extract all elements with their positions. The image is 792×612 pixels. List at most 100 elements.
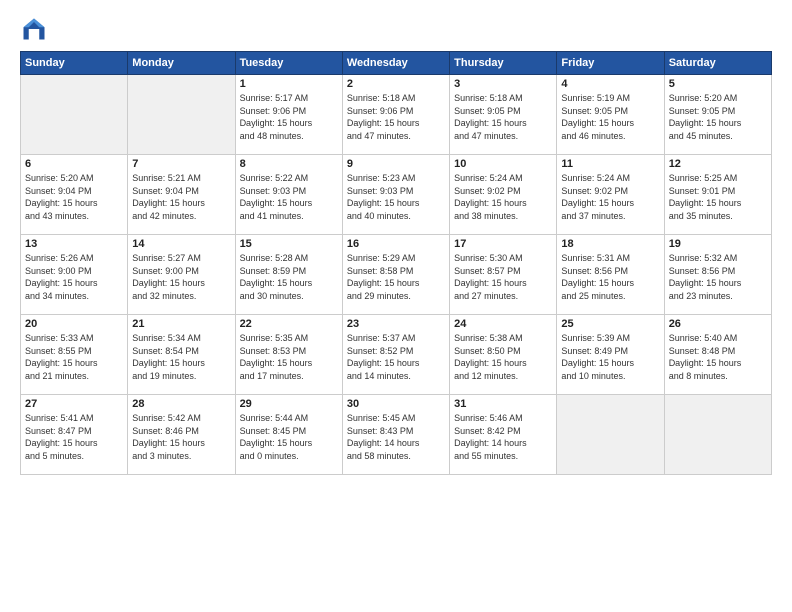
weekday-header-row: SundayMondayTuesdayWednesdayThursdayFrid… xyxy=(21,52,772,75)
calendar-cell xyxy=(664,395,771,475)
day-info: Sunrise: 5:27 AM Sunset: 9:00 PM Dayligh… xyxy=(132,252,230,302)
day-number: 22 xyxy=(240,318,338,330)
day-info: Sunrise: 5:20 AM Sunset: 9:04 PM Dayligh… xyxy=(25,172,123,222)
calendar-cell: 7Sunrise: 5:21 AM Sunset: 9:04 PM Daylig… xyxy=(128,155,235,235)
day-number: 21 xyxy=(132,318,230,330)
day-number: 14 xyxy=(132,238,230,250)
day-number: 30 xyxy=(347,398,445,410)
day-number: 8 xyxy=(240,158,338,170)
calendar-cell: 29 Sunrise: 5:44 AM Sunset: 8:45 PM Dayli… xyxy=(235,395,342,475)
calendar-week-row: 27 Sunrise: 5:41 AM Sunset: 8:47 PM Dayli… xyxy=(21,395,772,475)
day-info: Sunrise: 5:24 AM Sunset: 9:02 PM Dayligh… xyxy=(454,172,552,222)
day-number: 28 xyxy=(132,398,230,410)
day-number: 9 xyxy=(347,158,445,170)
calendar-cell xyxy=(21,75,128,155)
day-info: Sunrise: 5:32 AM Sunset: 8:56 PM Dayligh… xyxy=(669,252,767,302)
day-number: 3 xyxy=(454,78,552,90)
weekday-header: Monday xyxy=(128,52,235,75)
day-info: Sunrise: 5:20 AM Sunset: 9:05 PM Dayligh… xyxy=(669,92,767,142)
calendar-cell: 23 Sunrise: 5:37 AM Sunset: 8:52 PM Dayli… xyxy=(342,315,449,395)
day-info: Sunrise: 5:39 AM Sunset: 8:49 PM Dayligh… xyxy=(561,332,659,382)
calendar-cell: 5 Sunrise: 5:20 AM Sunset: 9:05 PM Daylig… xyxy=(664,75,771,155)
weekday-header: Thursday xyxy=(450,52,557,75)
calendar-cell: 16 Sunrise: 5:29 AM Sunset: 8:58 PM Dayli… xyxy=(342,235,449,315)
weekday-header: Friday xyxy=(557,52,664,75)
day-number: 27 xyxy=(25,398,123,410)
day-number: 6 xyxy=(25,158,123,170)
day-number: 26 xyxy=(669,318,767,330)
calendar-cell: 20 Sunrise: 5:33 AM Sunset: 8:55 PM Dayli… xyxy=(21,315,128,395)
day-info: Sunrise: 5:40 AM Sunset: 8:48 PM Dayligh… xyxy=(669,332,767,382)
day-info: Sunrise: 5:31 AM Sunset: 8:56 PM Dayligh… xyxy=(561,252,659,302)
day-info: Sunrise: 5:19 AM Sunset: 9:05 PM Dayligh… xyxy=(561,92,659,142)
day-number: 4 xyxy=(561,78,659,90)
calendar-cell: 1 Sunrise: 5:17 AM Sunset: 9:06 PM Daylig… xyxy=(235,75,342,155)
day-info: Sunrise: 5:38 AM Sunset: 8:50 PM Dayligh… xyxy=(454,332,552,382)
day-info: Sunrise: 5:34 AM Sunset: 8:54 PM Dayligh… xyxy=(132,332,230,382)
calendar-week-row: 1 Sunrise: 5:17 AM Sunset: 9:06 PM Daylig… xyxy=(21,75,772,155)
day-number: 12 xyxy=(669,158,767,170)
calendar-cell: 9 Sunrise: 5:23 AM Sunset: 9:03 PM Daylig… xyxy=(342,155,449,235)
day-info: Sunrise: 5:35 AM Sunset: 8:53 PM Dayligh… xyxy=(240,332,338,382)
day-info: Sunrise: 5:18 AM Sunset: 9:06 PM Dayligh… xyxy=(347,92,445,142)
day-number: 24 xyxy=(454,318,552,330)
calendar-cell: 11 Sunrise: 5:24 AM Sunset: 9:02 PM Dayli… xyxy=(557,155,664,235)
day-info: Sunrise: 5:44 AM Sunset: 8:45 PM Dayligh… xyxy=(240,412,338,462)
weekday-header: Saturday xyxy=(664,52,771,75)
calendar-cell: 24 Sunrise: 5:38 AM Sunset: 8:50 PM Dayli… xyxy=(450,315,557,395)
page: SundayMondayTuesdayWednesdayThursdayFrid… xyxy=(0,0,792,612)
day-info: Sunrise: 5:33 AM Sunset: 8:55 PM Dayligh… xyxy=(25,332,123,382)
logo-icon xyxy=(20,15,48,43)
day-number: 1 xyxy=(240,78,338,90)
weekday-header: Sunday xyxy=(21,52,128,75)
header xyxy=(20,15,772,43)
calendar-week-row: 13 Sunrise: 5:26 AM Sunset: 9:00 PM Dayli… xyxy=(21,235,772,315)
calendar-cell: 12 Sunrise: 5:25 AM Sunset: 9:01 PM Dayli… xyxy=(664,155,771,235)
day-number: 11 xyxy=(561,158,659,170)
day-number: 23 xyxy=(347,318,445,330)
day-number: 5 xyxy=(669,78,767,90)
day-number: 17 xyxy=(454,238,552,250)
day-number: 13 xyxy=(25,238,123,250)
day-number: 31 xyxy=(454,398,552,410)
day-info: Sunrise: 5:45 AM Sunset: 8:43 PM Dayligh… xyxy=(347,412,445,462)
calendar-cell xyxy=(128,75,235,155)
day-number: 29 xyxy=(240,398,338,410)
day-info: Sunrise: 5:21 AM Sunset: 9:04 PM Dayligh… xyxy=(132,172,230,222)
day-info: Sunrise: 5:17 AM Sunset: 9:06 PM Dayligh… xyxy=(240,92,338,142)
calendar-cell: 2Sunrise: 5:18 AM Sunset: 9:06 PM Daylig… xyxy=(342,75,449,155)
calendar-cell: 14 Sunrise: 5:27 AM Sunset: 9:00 PM Dayli… xyxy=(128,235,235,315)
day-info: Sunrise: 5:28 AM Sunset: 8:59 PM Dayligh… xyxy=(240,252,338,302)
day-info: Sunrise: 5:18 AM Sunset: 9:05 PM Dayligh… xyxy=(454,92,552,142)
weekday-header: Wednesday xyxy=(342,52,449,75)
calendar-cell: 28Sunrise: 5:42 AM Sunset: 8:46 PM Dayli… xyxy=(128,395,235,475)
day-info: Sunrise: 5:37 AM Sunset: 8:52 PM Dayligh… xyxy=(347,332,445,382)
day-info: Sunrise: 5:23 AM Sunset: 9:03 PM Dayligh… xyxy=(347,172,445,222)
day-info: Sunrise: 5:30 AM Sunset: 8:57 PM Dayligh… xyxy=(454,252,552,302)
day-info: Sunrise: 5:25 AM Sunset: 9:01 PM Dayligh… xyxy=(669,172,767,222)
day-info: Sunrise: 5:22 AM Sunset: 9:03 PM Dayligh… xyxy=(240,172,338,222)
calendar-cell xyxy=(557,395,664,475)
day-number: 16 xyxy=(347,238,445,250)
calendar-cell: 27 Sunrise: 5:41 AM Sunset: 8:47 PM Dayli… xyxy=(21,395,128,475)
calendar-cell: 3 Sunrise: 5:18 AM Sunset: 9:05 PM Daylig… xyxy=(450,75,557,155)
day-number: 20 xyxy=(25,318,123,330)
calendar-cell: 30 Sunrise: 5:45 AM Sunset: 8:43 PM Dayli… xyxy=(342,395,449,475)
weekday-header: Tuesday xyxy=(235,52,342,75)
day-info: Sunrise: 5:29 AM Sunset: 8:58 PM Dayligh… xyxy=(347,252,445,302)
day-number: 15 xyxy=(240,238,338,250)
calendar-cell: 6 Sunrise: 5:20 AM Sunset: 9:04 PM Daylig… xyxy=(21,155,128,235)
day-info: Sunrise: 5:24 AM Sunset: 9:02 PM Dayligh… xyxy=(561,172,659,222)
calendar-cell: 25Sunrise: 5:39 AM Sunset: 8:49 PM Dayli… xyxy=(557,315,664,395)
day-info: Sunrise: 5:26 AM Sunset: 9:00 PM Dayligh… xyxy=(25,252,123,302)
calendar-cell: 21 Sunrise: 5:34 AM Sunset: 8:54 PM Dayli… xyxy=(128,315,235,395)
day-number: 18 xyxy=(561,238,659,250)
day-number: 19 xyxy=(669,238,767,250)
calendar-cell: 26 Sunrise: 5:40 AM Sunset: 8:48 PM Dayli… xyxy=(664,315,771,395)
calendar-cell: 31Sunrise: 5:46 AM Sunset: 8:42 PM Dayli… xyxy=(450,395,557,475)
calendar-cell: 15 Sunrise: 5:28 AM Sunset: 8:59 PM Dayli… xyxy=(235,235,342,315)
calendar-cell: 4 Sunrise: 5:19 AM Sunset: 9:05 PM Daylig… xyxy=(557,75,664,155)
day-info: Sunrise: 5:41 AM Sunset: 8:47 PM Dayligh… xyxy=(25,412,123,462)
logo xyxy=(20,15,52,43)
calendar-cell: 19 Sunrise: 5:32 AM Sunset: 8:56 PM Dayli… xyxy=(664,235,771,315)
